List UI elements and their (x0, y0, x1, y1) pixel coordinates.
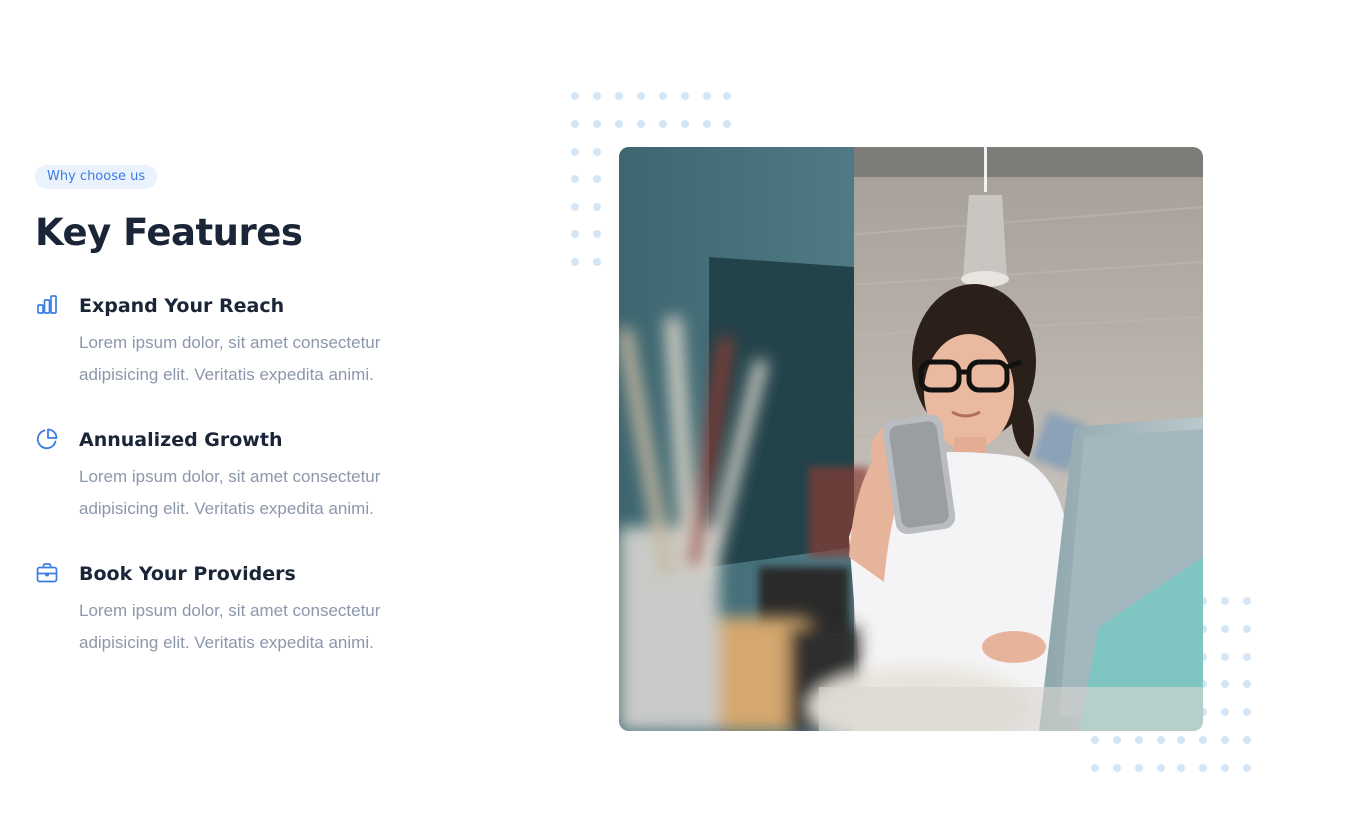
feature-description: Lorem ipsum dolor, sit amet consectetur … (79, 467, 381, 518)
feature-title: Annualized Growth (79, 429, 283, 451)
pie-chart-icon (35, 427, 59, 451)
bar-chart-icon (35, 293, 59, 317)
briefcase-icon (35, 561, 59, 585)
feature-title: Expand Your Reach (79, 295, 285, 317)
feature-photo (619, 147, 1203, 731)
feature-title: Book Your Providers (79, 563, 296, 585)
feature-description: Lorem ipsum dolor, sit amet consectetur … (79, 601, 381, 652)
feature-description: Lorem ipsum dolor, sit amet consectetur … (79, 333, 381, 384)
section-badge: Why choose us (35, 165, 158, 189)
section-title: Key Features (35, 211, 303, 254)
